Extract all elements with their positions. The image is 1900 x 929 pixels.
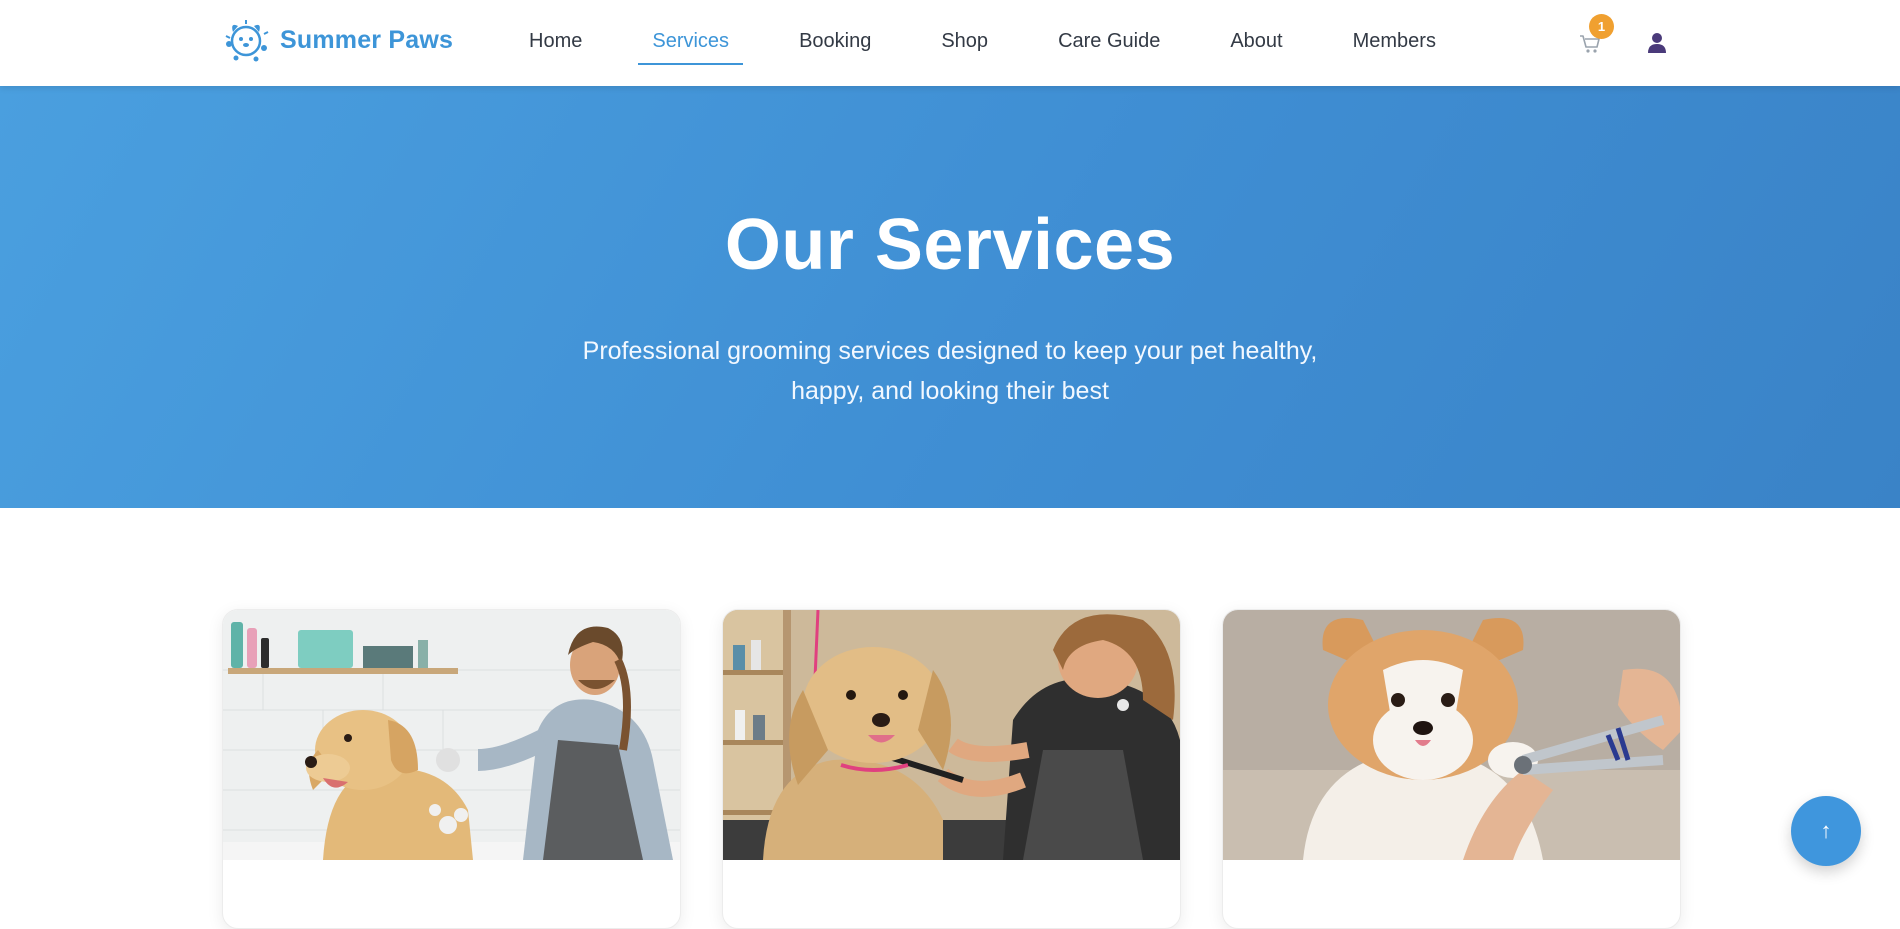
cart-button[interactable]: 1 [1575,14,1614,60]
paw-dog-logo-icon [225,20,269,62]
service-card[interactable] [1222,609,1681,929]
hero-subtitle: Professional grooming services designed … [582,337,1318,405]
nav-item-home[interactable]: Home [515,0,596,86]
site-header: Summer Paws Home Services Booking Shop C… [0,0,1900,86]
main-nav: Home Services Booking Shop Care Guide Ab… [515,0,1492,86]
service-card[interactable] [722,609,1181,929]
user-account-button[interactable] [1645,30,1669,54]
nav-item-about[interactable]: About [1216,0,1296,86]
nav-item-booking[interactable]: Booking [785,0,885,86]
service-card[interactable] [222,609,681,929]
service-card-image [723,610,1180,860]
service-card-image [223,610,680,860]
service-card-image [1223,610,1680,860]
page-title: Our Services [724,205,1176,285]
nav-item-shop[interactable]: Shop [927,0,1002,86]
arrow-up-icon: ↑ [1820,818,1832,843]
brand-logo[interactable]: Summer Paws [220,14,453,66]
nav-item-members[interactable]: Members [1339,0,1450,86]
cart-count-badge: 1 [1589,14,1614,39]
nav-item-care-guide[interactable]: Care Guide [1044,0,1174,86]
brand-name: Summer Paws [280,25,454,54]
user-icon [1648,33,1666,53]
scroll-to-top-button[interactable]: ↑ [1791,796,1861,866]
nav-item-services[interactable]: Services [638,0,743,86]
hero-banner: Our Services Professional grooming servi… [0,86,1900,508]
